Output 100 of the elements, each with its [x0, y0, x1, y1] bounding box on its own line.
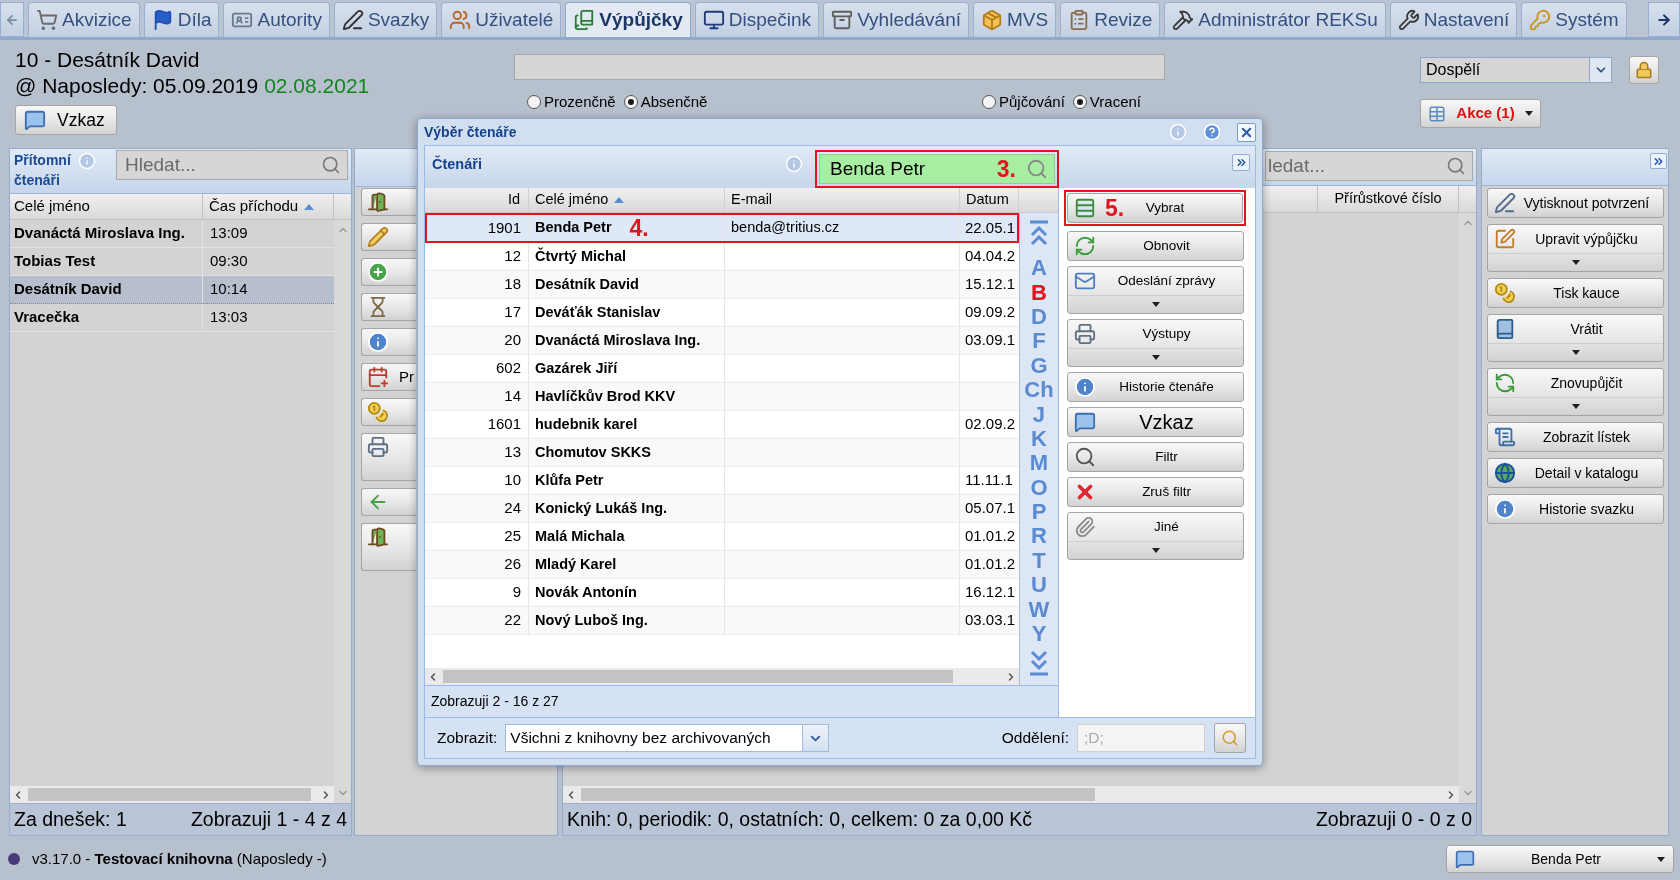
table-row[interactable]: 13 Chomutov SKKS — [425, 439, 1019, 467]
search-button[interactable] — [1214, 723, 1246, 753]
toolbar-button[interactable] — [361, 223, 416, 251]
scroll-left-button[interactable] — [0, 2, 24, 37]
action-button[interactable]: Historie svazku — [1487, 494, 1664, 524]
door-icon — [367, 526, 389, 548]
category-dropdown[interactable]: Dospělí — [1420, 57, 1612, 83]
action-button[interactable]: Zobrazit lístek — [1487, 422, 1664, 452]
user-button[interactable]: Benda Petr — [1446, 845, 1674, 873]
input-field[interactable] — [514, 54, 1165, 80]
radio-label: Prozenčně — [544, 93, 616, 111]
toolbar-button[interactable]: Pr — [361, 363, 416, 391]
radio-button[interactable] — [527, 95, 541, 109]
scrollbar[interactable] — [425, 668, 1019, 685]
letter-button[interactable]: B — [1031, 280, 1047, 305]
actions-button[interactable]: Akce (1) — [1420, 99, 1541, 128]
action-button[interactable]: Obnovit — [1067, 231, 1244, 261]
toolbar-button[interactable] — [361, 523, 416, 571]
table-row[interactable]: 26 Mladý Karel 01.01.2 — [425, 551, 1019, 579]
table-row[interactable]: 10 Klůfa Petr 11.11.1 — [425, 467, 1019, 495]
action-button[interactable]: Znovupůjčit — [1487, 368, 1664, 416]
scrollbar[interactable] — [10, 786, 334, 803]
scrollbar[interactable] — [1459, 213, 1476, 803]
search-field[interactable]: Benda Petr 3. — [819, 154, 1055, 184]
action-button[interactable]: Historie čtenáře — [1067, 372, 1244, 402]
action-button[interactable]: Upravit výpůjčku — [1487, 224, 1664, 272]
search-field[interactable]: ledat... — [1265, 151, 1473, 181]
column-header[interactable]: Čas příchodu — [203, 194, 334, 219]
table-row[interactable]: 1601 hudebnik karel 02.09.2 — [425, 411, 1019, 439]
radio-button[interactable] — [1072, 95, 1087, 109]
scrollbar-thumb[interactable] — [443, 670, 953, 683]
table-row[interactable]: 22 Nový Luboš Ing. 03.03.1 — [425, 607, 1019, 635]
column-header[interactable]: Přírůstkové číslo — [1318, 186, 1459, 212]
tab[interactable]: Nastavení — [1389, 2, 1518, 37]
scroll-right-button[interactable] — [1648, 2, 1680, 37]
column-header[interactable]: Celé jméno — [10, 194, 203, 219]
radio-button[interactable] — [982, 95, 996, 109]
message-button[interactable]: Vzkaz — [15, 105, 117, 135]
tab[interactable]: Systém — [1521, 2, 1627, 37]
scrollbar[interactable] — [563, 786, 1459, 803]
tab[interactable]: Autority — [223, 2, 330, 37]
column-header[interactable]: Celé jméno — [529, 188, 725, 212]
table-row[interactable]: Dvanáctá Miroslava Ing. 13:09 — [10, 220, 334, 248]
action-button[interactable]: Vytisknout potvrzení — [1487, 188, 1664, 218]
column-header[interactable]: Id — [425, 188, 529, 212]
action-button[interactable]: Odeslání zprávy — [1067, 266, 1244, 314]
action-button[interactable]: Vrátit — [1487, 314, 1664, 362]
table-row[interactable]: 12 Čtvrtý Michal 04.04.2 — [425, 243, 1019, 271]
tab[interactable]: Díla — [143, 2, 220, 37]
expand-button[interactable] — [1650, 153, 1667, 169]
toolbar-button[interactable] — [361, 258, 416, 286]
tab[interactable]: Vyhledávání — [823, 2, 969, 37]
table-row[interactable]: 20 Dvanáctá Miroslava Ing. 03.09.1 — [425, 327, 1019, 355]
column-header[interactable]: Datum — [960, 188, 1019, 212]
table-row[interactable]: 17 Deváťák Stanislav 09.09.2 — [425, 299, 1019, 327]
action-button[interactable]: Zruš filtr — [1067, 477, 1244, 507]
table-row[interactable]: 14 Havlíčkův Brod KKV — [425, 383, 1019, 411]
tab[interactable]: MVS — [973, 2, 1057, 37]
tab[interactable]: Uživatelé — [441, 2, 562, 37]
tab[interactable]: Dispečink — [694, 2, 820, 37]
action-button[interactable]: Vzkaz — [1067, 407, 1244, 437]
filter-dropdown[interactable]: Všichni z knihovny bez archivovaných — [505, 724, 830, 752]
tab[interactable]: Revize — [1060, 2, 1161, 37]
close-button[interactable] — [1237, 122, 1256, 142]
tab[interactable]: Akvizice — [28, 2, 140, 37]
lock-button[interactable] — [1629, 56, 1659, 84]
search-field[interactable]: Hledat... — [116, 150, 348, 180]
action-button[interactable]: Tisk kauce — [1487, 278, 1664, 308]
table-row[interactable]: 24 Konický Lukáš Ing. 05.07.1 — [425, 495, 1019, 523]
radio-button[interactable] — [623, 95, 638, 109]
toolbar-button[interactable] — [361, 293, 416, 321]
table-row[interactable]: 18 Desátník David 15.12.1 — [425, 271, 1019, 299]
help-icon[interactable] — [1203, 123, 1221, 141]
double-chevron-up-icon[interactable] — [1029, 220, 1049, 246]
scrollbar[interactable] — [334, 220, 351, 803]
tab[interactable]: Svazky — [333, 2, 438, 37]
action-button[interactable]: Filtr — [1067, 442, 1244, 472]
table-row[interactable]: 1901 Benda Petr 4. benda@tritius.cz 22.05.1 — [425, 213, 1019, 243]
table-row[interactable]: 602 Gazárek Jiří — [425, 355, 1019, 383]
table-cell-text: 22.05.1 — [964, 217, 1017, 238]
table-row[interactable]: Vracečka 13:03 — [10, 304, 334, 332]
reader-name: 10 - Desátník David — [15, 47, 200, 73]
table-row[interactable]: Desátník David 10:14 — [10, 276, 334, 304]
table-row[interactable]: 25 Malá Michala 01.01.2 — [425, 523, 1019, 551]
column-header[interactable]: E-mail — [725, 188, 960, 212]
info-icon[interactable] — [1169, 123, 1187, 141]
scrollbar-thumb[interactable] — [581, 788, 1095, 801]
action-button[interactable]: Detail v katalogu — [1487, 458, 1664, 488]
scrollbar-thumb[interactable] — [28, 788, 311, 801]
action-button[interactable]: Jiné — [1067, 512, 1244, 560]
table-row[interactable]: 9 Novák Antonín 16.12.1 — [425, 579, 1019, 607]
expand-button[interactable] — [1232, 154, 1250, 171]
double-chevron-down-icon[interactable] — [1029, 650, 1049, 677]
action-button[interactable]: Výstupy — [1067, 319, 1244, 367]
tab[interactable]: Administrátor REKSu — [1164, 2, 1386, 37]
tab[interactable]: Výpůjčky — [565, 2, 691, 37]
action-button[interactable]: 5. Vybrat — [1067, 193, 1243, 223]
toolbar-button[interactable] — [361, 328, 416, 356]
toolbar-button[interactable] — [361, 188, 416, 216]
toolbar-button[interactable] — [361, 433, 416, 481]
